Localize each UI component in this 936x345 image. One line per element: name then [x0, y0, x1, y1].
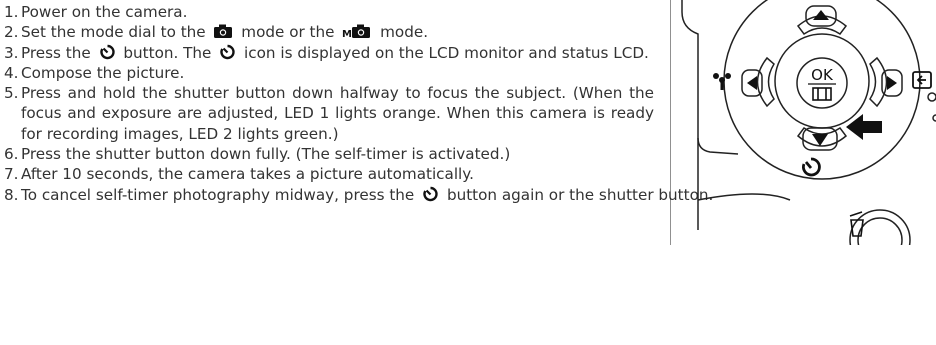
- self-timer-icon: [99, 44, 115, 59]
- self-timer-icon: [220, 44, 235, 59]
- step-number: 8.: [4, 185, 19, 204]
- step-7: 7. After 10 seconds, the camera takes a …: [4, 164, 654, 184]
- svg-text:M: M: [342, 29, 352, 39]
- step-number: 3.: [4, 43, 19, 62]
- step-text-pre: Press the: [21, 43, 91, 62]
- step-text: Power on the camera.: [21, 3, 188, 21]
- step-4: 4. Compose the picture.: [4, 63, 654, 83]
- playback-icon: [912, 71, 932, 89]
- camera-back-drawing: OK: [669, 0, 936, 271]
- step-text: Compose the picture.: [21, 63, 185, 82]
- step-text-mid: mode or the: [241, 23, 335, 42]
- step-1: 1. Power on the camera.: [4, 2, 654, 22]
- step-number: 1.: [4, 3, 19, 21]
- step-text-post: icon is displayed on the LCD monitor and…: [244, 43, 649, 62]
- step-number: 2.: [4, 23, 19, 42]
- self-timer-icon: [423, 186, 438, 201]
- step-text: Press and hold the shutter button down h…: [21, 84, 654, 143]
- step-3: 3. Press the button. The icon is display…: [4, 43, 654, 63]
- step-2: 2. Set the mode dial to the mode or the …: [4, 22, 654, 42]
- camera-mode-icon: [214, 24, 233, 39]
- trash-icon: [849, 211, 864, 237]
- step-text: After 10 seconds, the camera takes a pic…: [21, 165, 474, 184]
- step-number: 7.: [4, 165, 19, 184]
- macro-icon: [713, 73, 731, 90]
- step-number: 5.: [4, 84, 19, 103]
- step-number: 4.: [4, 63, 19, 82]
- manual-camera-mode-icon: M: [342, 24, 371, 39]
- step-text-pre: Set the mode dial to the: [21, 23, 206, 42]
- step-number: 6.: [4, 145, 19, 164]
- step-text-post: mode.: [380, 23, 429, 42]
- step-text: Press the shutter button down fully. (Th…: [21, 145, 511, 164]
- step-text-mid: button. The: [123, 43, 212, 62]
- ok-label: OK: [811, 66, 834, 84]
- instruction-steps: 1. Power on the camera. 2. Set the mode …: [4, 2, 713, 205]
- camera-controls-figure: OK: [669, 0, 936, 271]
- step-5: 5. Press and hold the shutter button dow…: [4, 83, 654, 144]
- step-text-pre: To cancel self-timer photography midway,…: [21, 185, 415, 204]
- step-6: 6. Press the shutter button down fully. …: [4, 144, 654, 164]
- self-timer-icon: [802, 157, 821, 177]
